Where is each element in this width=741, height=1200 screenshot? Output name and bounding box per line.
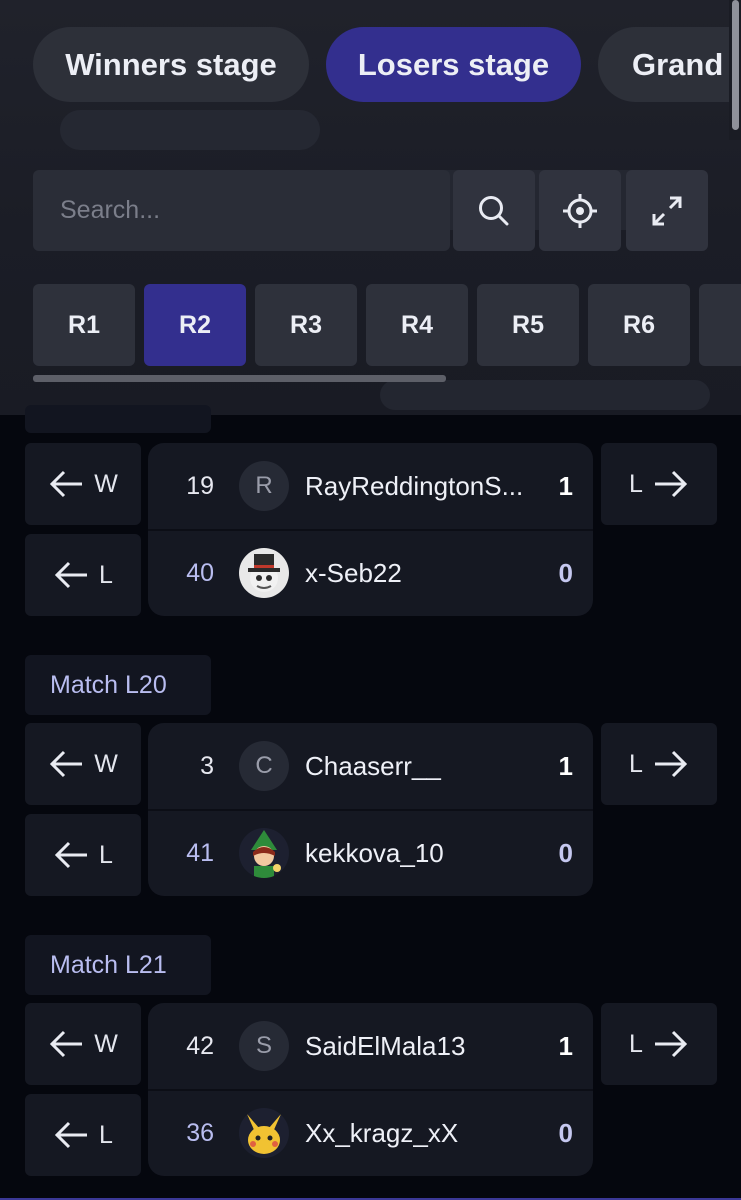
stage-tabs: Winners stage Losers stage Grand final	[0, 0, 741, 120]
player-row[interactable]: 40 x-Seb22 0	[148, 530, 593, 616]
vertical-scrollbar[interactable]	[729, 0, 741, 140]
player-row[interactable]: 41 kekkova_10 0	[148, 810, 593, 896]
match-label: Match L21	[25, 935, 211, 995]
elf-avatar-icon	[239, 828, 289, 878]
nav-label-w: W	[94, 749, 118, 778]
arrow-right-icon	[654, 470, 688, 498]
nav-label-w: W	[94, 469, 118, 498]
round-tabs-scrollbar[interactable]	[33, 375, 446, 382]
player-row[interactable]: 3 C Chaaserr__ 1	[148, 723, 593, 809]
tab-grand-final[interactable]: Grand final	[598, 27, 741, 102]
arrow-left-icon	[54, 561, 88, 589]
match-label-partial	[25, 405, 211, 433]
arrow-left-icon	[50, 750, 83, 778]
player-name: SaidElMala13	[305, 1030, 466, 1061]
go-loser-source-button[interactable]: L	[25, 1094, 141, 1176]
locate-button[interactable]	[539, 170, 621, 251]
match-label: Match L20	[25, 655, 211, 715]
arrow-left-icon	[54, 841, 88, 869]
nav-label-l: L	[99, 1120, 113, 1149]
avatar: R	[239, 461, 289, 511]
go-winner-source-button[interactable]: W	[25, 1003, 141, 1085]
tab-round-6[interactable]: R6	[588, 284, 690, 366]
match-card[interactable]: 42 S SaidElMala13 1 36 Xx_kragz_xX 0	[148, 1003, 593, 1176]
player-score: 0	[558, 1117, 573, 1148]
tab-round-next[interactable]	[699, 284, 741, 366]
go-loser-destination-button[interactable]: L	[601, 443, 717, 525]
player-seed: 3	[200, 751, 214, 780]
match-card[interactable]: 3 C Chaaserr__ 1 41 kekkova_10 0	[148, 723, 593, 896]
player-name: Chaaserr__	[305, 750, 441, 781]
match-card[interactable]: 19 R RayReddingtonS... 1 40 x-Seb22 0	[148, 443, 593, 616]
search-icon	[479, 195, 509, 225]
player-score: 1	[558, 470, 573, 501]
arrow-left-icon	[50, 1030, 83, 1058]
player-score: 1	[558, 750, 573, 781]
arrow-left-icon	[50, 470, 83, 498]
player-name: x-Seb22	[305, 557, 402, 588]
tab-round-1[interactable]: R1	[33, 284, 135, 366]
nav-label-l: L	[99, 560, 113, 589]
avatar: S	[239, 1021, 289, 1071]
player-name: RayReddingtonS...	[305, 470, 524, 501]
tab-winners-stage[interactable]: Winners stage	[33, 27, 309, 102]
search-button[interactable]	[453, 170, 535, 251]
tab-round-2[interactable]: R2	[144, 284, 246, 366]
bracket-header: Winners stage Losers stage Grand final	[0, 0, 741, 415]
go-loser-destination-button[interactable]: L	[601, 723, 717, 805]
blurred-backdrop	[380, 380, 710, 410]
arrow-right-icon	[654, 750, 688, 778]
player-row[interactable]: 42 S SaidElMala13 1	[148, 1003, 593, 1089]
arrow-left-icon	[54, 1121, 88, 1149]
arrow-right-icon	[654, 1030, 688, 1058]
go-winner-source-button[interactable]: W	[25, 443, 141, 525]
player-seed: 36	[186, 1118, 214, 1147]
tab-round-5[interactable]: R5	[477, 284, 579, 366]
tab-round-3[interactable]: R3	[255, 284, 357, 366]
player-score: 1	[558, 1030, 573, 1061]
go-winner-source-button[interactable]: W	[25, 723, 141, 805]
go-loser-destination-button[interactable]: L	[601, 1003, 717, 1085]
nav-label-l: L	[629, 1029, 643, 1058]
nav-label-l: L	[629, 749, 643, 778]
player-seed: 41	[186, 838, 214, 867]
tab-losers-stage[interactable]: Losers stage	[326, 27, 581, 102]
nav-label-l: L	[629, 469, 643, 498]
player-seed: 40	[186, 558, 214, 587]
round-tabs: R1 R2 R3 R4 R5 R6	[33, 284, 741, 366]
pikachu-avatar-icon	[239, 1108, 289, 1158]
player-row[interactable]: 36 Xx_kragz_xX 0	[148, 1090, 593, 1176]
tab-round-4[interactable]: R4	[366, 284, 468, 366]
nav-label-w: W	[94, 1029, 118, 1058]
player-row[interactable]: 19 R RayReddingtonS... 1	[148, 443, 593, 529]
search-input[interactable]	[58, 195, 442, 226]
player-seed: 42	[186, 1031, 214, 1060]
player-name: kekkova_10	[305, 837, 444, 868]
player-name: Xx_kragz_xX	[305, 1117, 459, 1148]
nav-label-l: L	[99, 840, 113, 869]
player-score: 0	[558, 557, 573, 588]
go-loser-source-button[interactable]: L	[25, 534, 141, 616]
go-loser-source-button[interactable]: L	[25, 814, 141, 896]
fullscreen-button[interactable]	[626, 170, 708, 251]
player-score: 0	[558, 837, 573, 868]
top-hat-avatar-icon	[239, 548, 289, 598]
avatar: C	[239, 741, 289, 791]
search-field[interactable]	[33, 170, 450, 251]
player-seed: 19	[186, 471, 214, 500]
expand-icon	[652, 196, 682, 225]
crosshair-icon	[563, 193, 597, 228]
